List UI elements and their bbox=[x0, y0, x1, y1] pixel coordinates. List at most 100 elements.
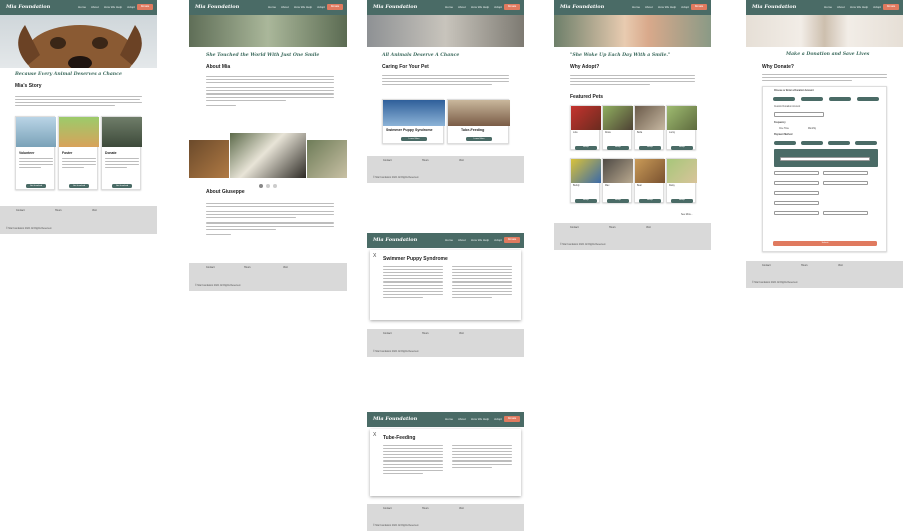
tube-feeding-image bbox=[448, 100, 510, 126]
payment-option[interactable] bbox=[855, 141, 877, 145]
nav-how-we-help[interactable]: How We Help bbox=[294, 5, 312, 9]
submit-button[interactable]: Submit bbox=[773, 241, 877, 246]
carousel-dot-1[interactable] bbox=[259, 184, 263, 188]
footer-hours: Hours bbox=[244, 266, 251, 269]
nav-how-we-help[interactable]: How We Help bbox=[104, 5, 122, 9]
nav-adopt[interactable]: Adopt bbox=[494, 238, 502, 242]
footer-contact: Contact bbox=[762, 264, 771, 267]
home-page: Mia Foundation Home About How We Help Ad… bbox=[0, 0, 157, 234]
nav-home[interactable]: Home bbox=[268, 5, 276, 9]
card-number-input[interactable] bbox=[780, 157, 870, 161]
nav-how-we-help[interactable]: How We Help bbox=[850, 5, 868, 9]
why-donate-text bbox=[762, 74, 887, 83]
nav-home[interactable]: Home bbox=[632, 5, 640, 9]
foster-button[interactable]: Get Involved bbox=[69, 184, 89, 188]
footer-hours: Hours bbox=[55, 209, 62, 212]
pet-adopt-button[interactable]: Adopt bbox=[607, 146, 629, 150]
site-logo[interactable]: Mia Foundation bbox=[373, 237, 417, 243]
monthly-radio[interactable]: Monthly bbox=[808, 128, 816, 130]
site-logo[interactable]: Mia Foundation bbox=[6, 4, 50, 10]
nav-about[interactable]: About bbox=[458, 417, 466, 421]
nav-adopt[interactable]: Adopt bbox=[317, 5, 325, 9]
close-icon[interactable]: X bbox=[373, 432, 376, 438]
pet-adopt-button[interactable]: Adopt bbox=[639, 146, 661, 150]
amount-option[interactable] bbox=[801, 97, 823, 101]
nav-how-we-help[interactable]: How We Help bbox=[471, 417, 489, 421]
nav-how-we-help[interactable]: How We Help bbox=[658, 5, 676, 9]
pet-name: Max bbox=[605, 185, 610, 187]
nav-how-we-help[interactable]: How We Help bbox=[471, 238, 489, 242]
nav-donate-button[interactable]: Donate bbox=[137, 4, 153, 10]
nav-about[interactable]: About bbox=[281, 5, 289, 9]
see-more-link[interactable]: See More... bbox=[681, 214, 693, 216]
carousel-dot-2[interactable] bbox=[266, 184, 270, 188]
pet-adopt-button[interactable]: Adopt bbox=[607, 199, 629, 203]
nav-links: Home About How We Help Adopt bbox=[632, 5, 689, 9]
nav-about[interactable]: About bbox=[458, 238, 466, 242]
nav-donate-button[interactable]: Donate bbox=[504, 237, 520, 243]
nav-adopt[interactable]: Adopt bbox=[494, 5, 502, 9]
close-icon[interactable]: X bbox=[373, 253, 376, 259]
pet-adopt-button[interactable]: Adopt bbox=[671, 199, 693, 203]
nav-adopt[interactable]: Adopt bbox=[494, 417, 502, 421]
site-logo[interactable]: Mia Foundation bbox=[195, 4, 239, 10]
nav-home[interactable]: Home bbox=[445, 5, 453, 9]
swimmer-learn-button[interactable]: Learn More bbox=[401, 137, 427, 141]
phone-input[interactable] bbox=[823, 211, 868, 215]
nav-home[interactable]: Home bbox=[445, 417, 453, 421]
nav-adopt[interactable]: Adopt bbox=[127, 5, 135, 9]
pet-image bbox=[635, 159, 665, 183]
city-input[interactable] bbox=[774, 191, 819, 195]
nav-about[interactable]: About bbox=[645, 5, 653, 9]
custom-amount-input[interactable] bbox=[774, 112, 824, 117]
nav-links: Home About How We Help Adopt bbox=[824, 5, 881, 9]
pet-adopt-button[interactable]: Adopt bbox=[575, 146, 597, 150]
tube-feeding-learn-button[interactable]: Learn More bbox=[466, 137, 492, 141]
site-logo[interactable]: Mia Foundation bbox=[373, 416, 417, 422]
state-input[interactable] bbox=[774, 201, 819, 205]
nav-adopt[interactable]: Adopt bbox=[681, 5, 689, 9]
nav-adopt[interactable]: Adopt bbox=[873, 5, 881, 9]
volunteer-button[interactable]: Get Involved bbox=[26, 184, 46, 188]
first-name-input[interactable] bbox=[774, 171, 819, 175]
nav-about[interactable]: About bbox=[458, 5, 466, 9]
site-logo[interactable]: Mia Foundation bbox=[560, 4, 604, 10]
payment-option[interactable] bbox=[801, 141, 823, 145]
footer-contact: Contact bbox=[570, 226, 579, 229]
nav-home[interactable]: Home bbox=[78, 5, 86, 9]
nav-about[interactable]: About bbox=[837, 5, 845, 9]
amount-option[interactable] bbox=[773, 97, 795, 101]
about-quote: She Touched the World With Just One Smil… bbox=[206, 53, 320, 58]
address-input[interactable] bbox=[774, 181, 819, 185]
pet-adopt-button[interactable]: Adopt bbox=[639, 199, 661, 203]
amount-option[interactable] bbox=[857, 97, 879, 101]
pet-image bbox=[571, 106, 601, 130]
footer: Contact Hours Visit © Mia Foundation 202… bbox=[367, 156, 524, 183]
one-time-radio[interactable]: One Time bbox=[779, 128, 789, 130]
nav-how-we-help[interactable]: How We Help bbox=[471, 5, 489, 9]
carousel-dot-3[interactable] bbox=[273, 184, 277, 188]
pet-adopt-button[interactable]: Adopt bbox=[671, 146, 693, 150]
amount-option[interactable] bbox=[829, 97, 851, 101]
last-name-input[interactable] bbox=[823, 171, 868, 175]
footer-visit: Visit bbox=[459, 159, 464, 162]
site-logo[interactable]: Mia Foundation bbox=[752, 4, 796, 10]
nav-about[interactable]: About bbox=[91, 5, 99, 9]
nav-donate-button[interactable]: Donate bbox=[504, 416, 520, 422]
payment-option[interactable] bbox=[774, 141, 796, 145]
footer-hours: Hours bbox=[801, 264, 808, 267]
pet-adopt-button[interactable]: Adopt bbox=[575, 199, 597, 203]
email-input[interactable] bbox=[774, 211, 819, 215]
address2-input[interactable] bbox=[823, 181, 868, 185]
nav-donate-button[interactable]: Donate bbox=[504, 4, 520, 10]
nav-donate-button[interactable]: Donate bbox=[883, 4, 899, 10]
donate-card-button[interactable]: Get Involved bbox=[112, 184, 132, 188]
nav-links: Home About How We Help Adopt bbox=[445, 5, 502, 9]
nav-donate-button[interactable]: Donate bbox=[691, 4, 707, 10]
footer-hours: Hours bbox=[422, 332, 429, 335]
nav-home[interactable]: Home bbox=[445, 238, 453, 242]
nav-donate-button[interactable]: Donate bbox=[327, 4, 343, 10]
site-logo[interactable]: Mia Foundation bbox=[373, 4, 417, 10]
nav-home[interactable]: Home bbox=[824, 5, 832, 9]
payment-option[interactable] bbox=[828, 141, 850, 145]
